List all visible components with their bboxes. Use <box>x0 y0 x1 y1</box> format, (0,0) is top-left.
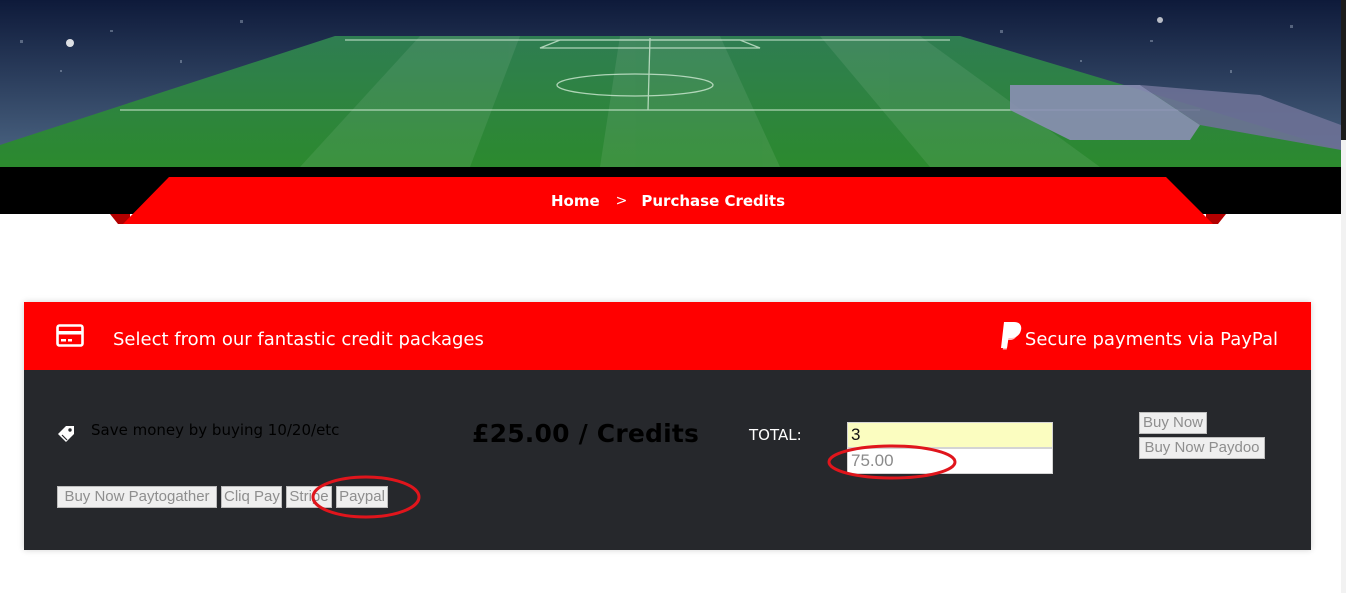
breadcrumb-home-link[interactable]: Home <box>551 192 600 210</box>
panel-header: Select from our fantastic credit package… <box>24 302 1311 370</box>
tag-icon <box>58 426 74 442</box>
stripe-button[interactable]: Stripe <box>286 486 332 508</box>
panel-body <box>24 370 1311 550</box>
breadcrumb: Home > Purchase Credits <box>110 177 1226 224</box>
quantity-input[interactable] <box>847 422 1053 448</box>
panel-header-secure-text: Secure payments via PayPal <box>1024 329 1278 350</box>
save-money-text: Save money by buying 10/20/etc <box>91 421 340 439</box>
total-label: TOTAL: <box>749 426 802 444</box>
hero-banner-stadium <box>0 0 1341 167</box>
paypal-button[interactable]: Paypal <box>336 486 388 508</box>
breadcrumb-banner: Home > Purchase Credits <box>110 177 1226 224</box>
total-amount-field[interactable] <box>847 448 1053 474</box>
breadcrumb-separator: > <box>615 192 628 209</box>
buy-now-button[interactable]: Buy Now <box>1139 412 1207 434</box>
page-scrollbar-thumb[interactable] <box>1341 0 1346 140</box>
cliq-pay-button[interactable]: Cliq Pay <box>221 486 282 508</box>
paypal-icon <box>1001 322 1022 350</box>
stadium-image <box>0 0 1341 167</box>
buy-now-paytogather-button[interactable]: Buy Now Paytogather <box>57 486 217 508</box>
credit-card-icon <box>56 324 84 347</box>
breadcrumb-current[interactable]: Purchase Credits <box>641 192 785 210</box>
panel-header-title: Select from our fantastic credit package… <box>113 329 484 350</box>
credit-price: £25.00 / Credits <box>472 419 700 448</box>
buy-now-paydoo-button[interactable]: Buy Now Paydoo <box>1139 437 1265 459</box>
